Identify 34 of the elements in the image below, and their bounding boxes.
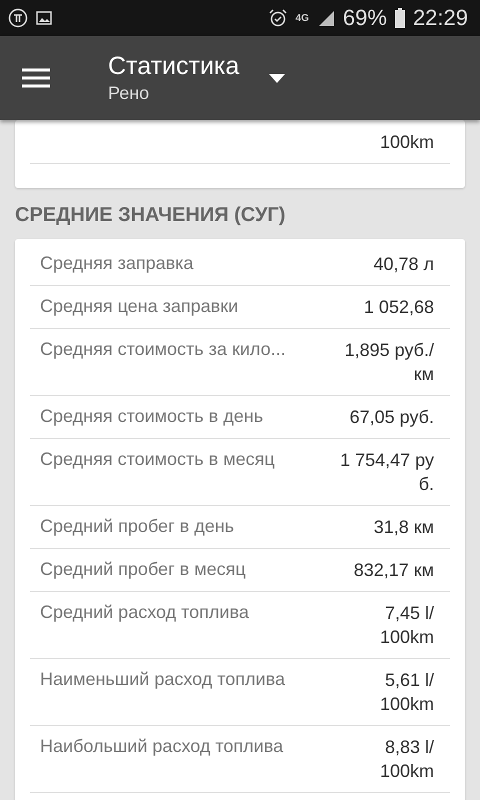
stat-value: 8,83 l/ 100km	[380, 736, 434, 783]
stat-value: 67,05 руб.	[350, 406, 434, 429]
stat-label: Средний пробег в день	[40, 515, 234, 538]
signal-icon	[316, 9, 335, 27]
screen-subtitle: Рено	[108, 83, 150, 104]
section-heading: СРЕДНИЕ ЗНАЧЕНИЯ (СУГ)	[15, 203, 286, 228]
stat-label: Средняя стоимость в месяц	[40, 448, 275, 471]
menu-icon	[22, 68, 50, 88]
stat-label: Средняя стоимость в день	[40, 405, 264, 428]
stat-value: 40,78 л	[373, 253, 434, 276]
stat-value: 1 052,68	[364, 296, 434, 319]
stat-value: 7,45 l/ 100km	[380, 602, 434, 649]
stat-value: 1 754,47 ру б.	[340, 449, 434, 496]
battery-icon	[394, 8, 405, 28]
clock-time: 22:29	[412, 5, 468, 31]
image-icon	[36, 10, 52, 26]
caret-icon	[269, 74, 286, 82]
stat-label: Средняя стоимость за кило...	[40, 338, 286, 361]
stat-label: Наименьший расход топлива	[40, 668, 285, 691]
stat-label: Средний пробег в месяц	[40, 558, 246, 581]
alarm-icon	[268, 8, 288, 28]
stat-label: Наибольший расход топлива	[40, 735, 284, 758]
stat-label: Средняя цена заправки	[40, 295, 238, 318]
stat-value: 31,8 км	[374, 516, 434, 539]
network-type: 4G	[296, 12, 309, 24]
stat-value: 100km	[380, 131, 434, 154]
stat-value: 1,895 руб./ км	[344, 339, 434, 386]
pi-icon	[8, 8, 28, 28]
stat-label: Средний расход топлива	[40, 601, 249, 624]
screen-title: Статистика	[108, 52, 240, 81]
stat-value: 832,17 км	[354, 559, 434, 582]
battery-percent: 69%	[342, 5, 387, 31]
stat-value: 5,61 l/ 100km	[380, 669, 434, 716]
stat-label: Средняя заправка	[40, 252, 194, 275]
